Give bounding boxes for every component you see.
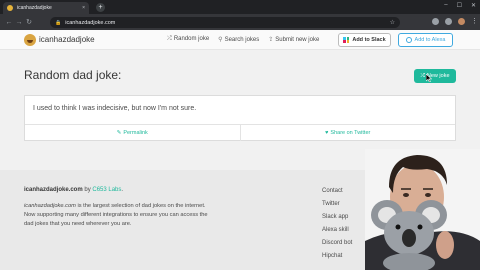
footer-links: Contact Twitter Slack app Alexa skill Di…	[322, 188, 352, 259]
shuffle-icon: ⤮	[167, 36, 172, 42]
nav-submit-joke[interactable]: ⇪ Submit new joke	[268, 36, 319, 43]
slack-icon	[343, 37, 350, 43]
minimize-icon[interactable]: –	[444, 2, 447, 9]
puzzle-icon[interactable]	[445, 18, 452, 25]
joke-card-footer: ✎ Permalink ♥ Share on Twitter	[25, 124, 455, 141]
footer-link-discord[interactable]: Discord bot	[322, 240, 352, 246]
joke-card: I used to think I was indecisive, but no…	[24, 95, 456, 141]
tab-title: icanhazdadjoke	[17, 5, 52, 11]
add-to-slack-button[interactable]: Add to Slack	[338, 33, 391, 47]
favicon-icon	[7, 5, 13, 11]
nav-random-joke[interactable]: ⤮ Random joke	[167, 36, 209, 43]
footer-link-alexa[interactable]: Alexa skill	[322, 227, 352, 233]
site-brand[interactable]: icanhazdadjoke	[39, 35, 95, 44]
tab-close-icon[interactable]: ×	[82, 5, 85, 11]
browser-toolbar: ← → ↻ 🔒 icanhazdadjoke.com ☆ ⋮	[0, 14, 480, 30]
alexa-label: Add to Alexa	[414, 37, 446, 43]
profile-avatar[interactable]	[458, 18, 465, 25]
search-icon: ⚲	[218, 37, 223, 43]
browser-tab-bar: icanhazdadjoke × + – ☐ ✕	[0, 0, 480, 14]
site-navbar: icanhazdadjoke ⤮ Random joke ⚲ Search joke…	[0, 30, 480, 50]
permalink-label: Permalink	[123, 130, 148, 136]
footer-link-hipchat[interactable]: Hipchat	[322, 253, 352, 259]
mouse-cursor-icon	[426, 74, 432, 82]
extensions-bar: ⋮	[432, 18, 478, 25]
close-window-icon[interactable]: ✕	[471, 2, 476, 9]
shuffle-icon: ⤮	[420, 72, 425, 79]
nav-search-jokes[interactable]: ⚲ Search jokes	[218, 36, 259, 43]
browser-tab[interactable]: icanhazdadjoke ×	[3, 2, 89, 14]
new-joke-button[interactable]: ⤮ New joke	[414, 69, 456, 83]
reload-icon[interactable]: ↻	[24, 18, 34, 26]
url-text: icanhazdadjoke.com	[65, 19, 116, 26]
address-bar[interactable]: 🔒 icanhazdadjoke.com ☆	[50, 17, 400, 28]
footer-byline: icanhazdadjoke.com by C653 Labs.	[24, 187, 124, 193]
webcam-overlay	[365, 149, 480, 270]
bookmark-star-icon[interactable]: ☆	[390, 19, 395, 26]
upload-icon: ⇪	[268, 37, 274, 43]
kebab-menu-icon[interactable]: ⋮	[471, 18, 478, 25]
permalink-link[interactable]: ✎ Permalink	[25, 125, 240, 141]
alexa-icon	[405, 37, 412, 43]
logo-icon[interactable]	[24, 34, 36, 46]
footer-description: icanhazdadjoke.com is the largest select…	[24, 203, 208, 227]
window-controls: – ☐ ✕	[444, 2, 476, 9]
author-link[interactable]: C653 Labs	[92, 187, 121, 193]
lock-icon[interactable]: 🔒	[55, 20, 61, 26]
extension-icon[interactable]	[432, 18, 439, 25]
footer-link-slack[interactable]: Slack app	[322, 214, 352, 220]
footer-link-twitter[interactable]: Twitter	[322, 201, 352, 207]
forward-icon[interactable]: →	[14, 19, 24, 26]
joke-text: I used to think I was indecisive, but no…	[33, 105, 197, 112]
nav-links: ⤮ Random joke ⚲ Search jokes ⇪ Submit new j…	[167, 36, 319, 43]
back-icon[interactable]: ←	[4, 19, 14, 26]
share-label: Share on Twitter	[330, 130, 371, 136]
add-to-alexa-button[interactable]: Add to Alexa	[398, 33, 453, 47]
maximize-icon[interactable]: ☐	[457, 2, 462, 9]
page-title: Random dad joke:	[24, 68, 122, 82]
slack-label: Add to Slack	[352, 37, 386, 43]
footer-brand: icanhazdadjoke.com	[24, 187, 83, 193]
share-twitter-link[interactable]: ♥ Share on Twitter	[239, 125, 456, 141]
twitter-icon: ♥	[325, 130, 329, 136]
new-tab-button[interactable]: +	[96, 3, 105, 12]
footer-link-contact[interactable]: Contact	[322, 188, 352, 194]
link-icon: ✎	[116, 130, 122, 136]
